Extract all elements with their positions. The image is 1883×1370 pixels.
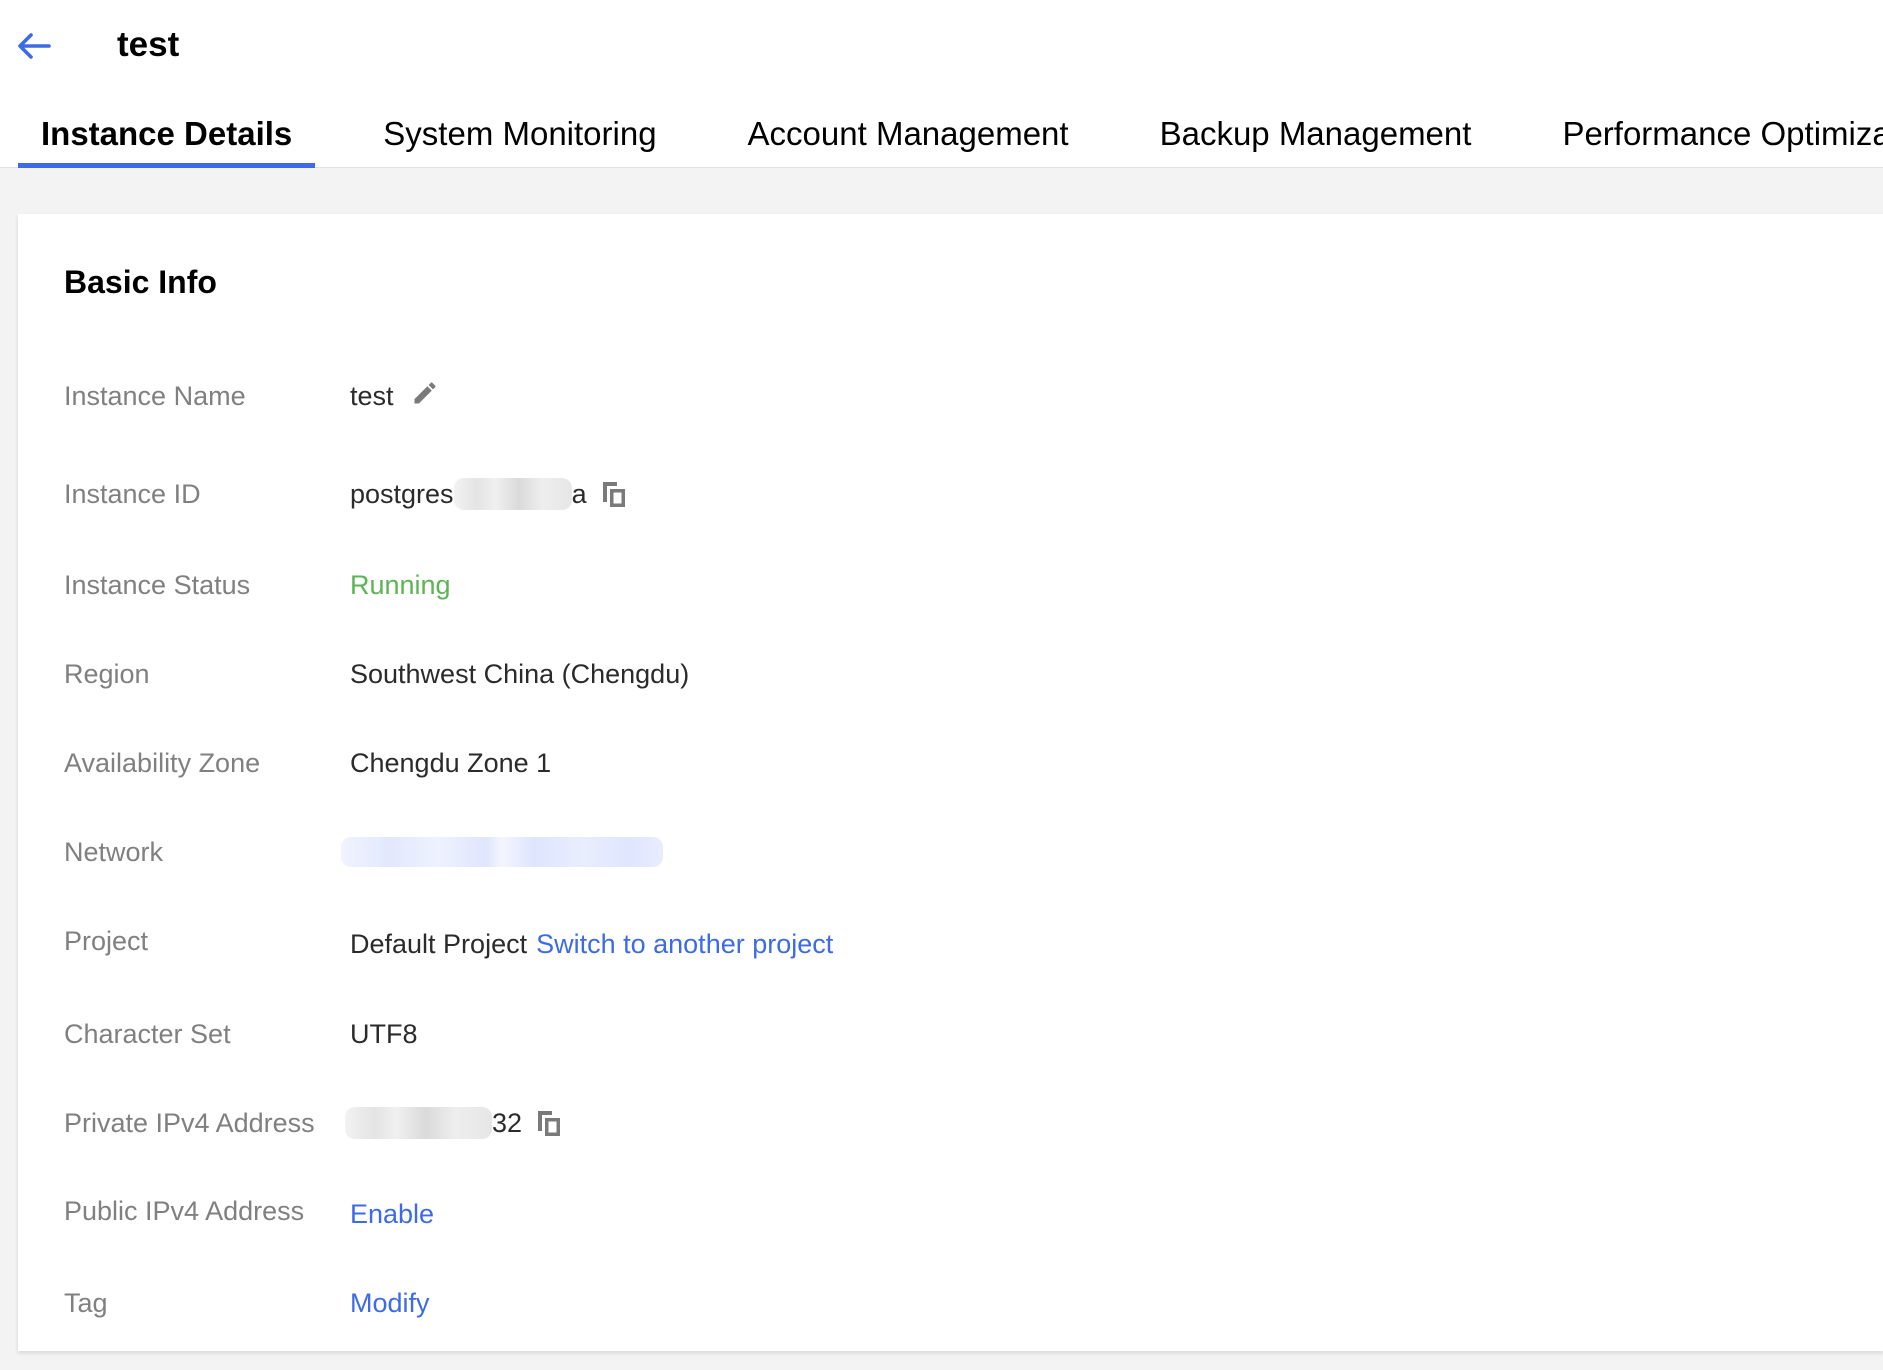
character-set-value: UTF8: [350, 1018, 418, 1049]
character-set-label: Character Set: [64, 1018, 231, 1049]
row-private-ipv4: Private IPv4 Address 32: [64, 1103, 1764, 1143]
tab-backup-management[interactable]: Backup Management: [1137, 110, 1495, 168]
tab-instance-details[interactable]: Instance Details: [18, 110, 316, 168]
redacted-ip-blur: [345, 1107, 492, 1139]
instance-name-value-wrap: test: [350, 381, 442, 412]
public-ipv4-wrap: Enable: [350, 1199, 434, 1230]
section-title: Basic Info: [64, 264, 217, 300]
tab-bar: Instance Details System Monitoring Accou…: [18, 110, 1883, 168]
row-instance-id: Instance ID postgres a: [64, 474, 1764, 514]
row-character-set: Character Set UTF8: [64, 1014, 1764, 1054]
tab-system-monitoring[interactable]: System Monitoring: [360, 110, 679, 168]
availability-zone-value: Chengdu Zone 1: [350, 747, 552, 778]
pencil-icon: [414, 382, 436, 404]
region-label: Region: [64, 658, 150, 689]
project-label: Project: [64, 925, 149, 956]
copy-icon: [602, 482, 625, 507]
row-instance-status: Instance Status Running: [64, 565, 1764, 605]
private-ipv4-value-wrap: 32: [345, 1106, 566, 1140]
instance-name-value: test: [350, 380, 394, 411]
copy-instance-id-button[interactable]: [597, 477, 631, 511]
instance-id-value-wrap: postgres a: [350, 477, 631, 511]
private-ipv4-suffix: 32: [492, 1107, 523, 1138]
network-value-wrap: [341, 837, 663, 867]
tab-account-management[interactable]: Account Management: [725, 110, 1092, 168]
basic-info-card: Basic Info Instance Name test Instance I…: [18, 214, 1883, 1351]
back-button[interactable]: [14, 26, 54, 66]
row-region: Region Southwest China (Chengdu): [64, 654, 1764, 694]
network-label: Network: [64, 836, 164, 867]
availability-zone-label: Availability Zone: [64, 747, 261, 778]
row-public-ipv4: Public IPv4 Address Enable: [64, 1194, 1764, 1234]
row-tag: Tag Modify: [64, 1283, 1764, 1323]
copy-ip-button[interactable]: [532, 1106, 566, 1140]
public-ipv4-label: Public IPv4 Address: [64, 1195, 305, 1226]
row-project: Project Default Project Switch to anothe…: [64, 924, 1764, 964]
status-badge: Running: [350, 569, 451, 600]
row-availability-zone: Availability Zone Chengdu Zone 1: [64, 743, 1764, 783]
private-ipv4-label: Private IPv4 Address: [64, 1107, 315, 1138]
enable-public-ip-link[interactable]: Enable: [350, 1199, 434, 1230]
instance-id-suffix: a: [571, 478, 587, 509]
instance-status-wrap: Running: [350, 570, 451, 601]
switch-project-link[interactable]: Switch to another project: [536, 929, 833, 960]
instance-name-label: Instance Name: [64, 380, 246, 411]
tab-performance-optimization[interactable]: Performance Optimization: [1539, 110, 1883, 168]
project-value-wrap: Default Project Switch to another projec…: [350, 929, 833, 960]
row-network: Network: [64, 832, 1764, 872]
region-value: Southwest China (Chengdu): [350, 658, 690, 689]
top-header: test Instance Details System Monitoring …: [0, 0, 1883, 168]
tag-label: Tag: [64, 1287, 108, 1318]
edit-name-button[interactable]: [408, 376, 442, 410]
network-link-redacted[interactable]: [341, 837, 663, 867]
instance-status-label: Instance Status: [64, 569, 251, 600]
project-value: Default Project: [350, 928, 528, 959]
row-instance-name: Instance Name test: [64, 376, 1764, 416]
instance-id-label: Instance ID: [64, 478, 201, 509]
copy-icon: [538, 1111, 561, 1136]
page-title: test: [117, 25, 180, 64]
tag-wrap: Modify: [350, 1288, 430, 1319]
redacted-id-blur: [453, 478, 572, 510]
instance-id-prefix: postgres: [350, 478, 454, 509]
arrow-left-icon: [18, 33, 51, 59]
modify-tag-link[interactable]: Modify: [350, 1288, 430, 1319]
